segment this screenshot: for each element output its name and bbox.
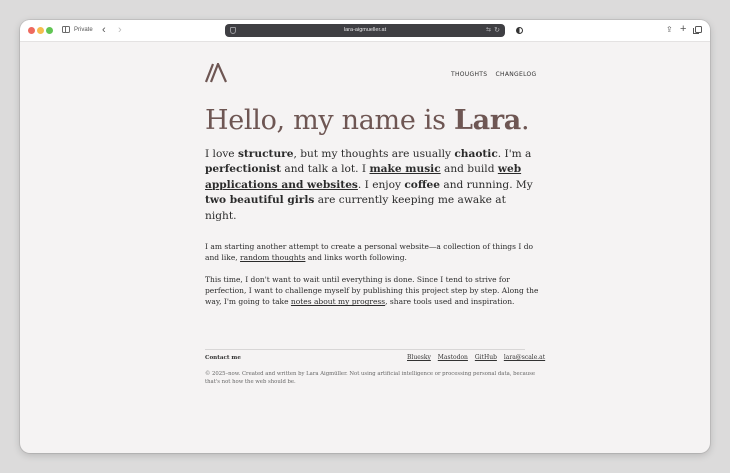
progress-paragraph: This time, I don't want to wait until ev… (205, 274, 540, 308)
close-window-button[interactable] (28, 27, 35, 34)
about-paragraph: I am starting another attempt to create … (205, 241, 540, 263)
intro-bold: structure (237, 148, 294, 160)
intro-bold: chaotic (454, 148, 498, 160)
intro-bold: coffee (404, 178, 441, 191)
intro-text: and build (440, 163, 498, 176)
intro-bold: two beautiful girls (205, 194, 315, 207)
page-content: THOUGHTS CHANGELOG Hello, my name is Lar… (20, 43, 710, 453)
share-icon[interactable]: ⇪ (666, 24, 673, 36)
new-tab-icon[interactable]: + (680, 22, 686, 36)
make-music-link[interactable]: make music (369, 163, 440, 175)
nav-thoughts-link[interactable]: THOUGHTS (451, 71, 487, 78)
private-label: Private (74, 27, 93, 33)
browser-window: Private ‹ › lara-aigmueller.at ⇆ ↻ ⇪ + T… (20, 20, 710, 453)
intro-text: . I'm a (497, 148, 532, 160)
contact-heading: Contact me (205, 355, 241, 361)
tab-overview-icon[interactable] (693, 26, 702, 34)
period-text: . (520, 105, 530, 136)
intro-text: and running. My (440, 178, 533, 191)
greeting-text: Hello, my name is (205, 105, 454, 136)
bluesky-link[interactable]: Bluesky (407, 354, 431, 361)
translate-icon[interactable]: ⇆ (486, 26, 491, 35)
sidebar-toggle-icon[interactable] (62, 26, 70, 33)
intro-text: . I enjoy (357, 178, 405, 191)
browser-toolbar: Private ‹ › lara-aigmueller.at ⇆ ↻ ⇪ + (20, 20, 710, 42)
page-title: Hello, my name is Lara. (205, 105, 545, 137)
random-thoughts-link[interactable]: random thoughts (240, 253, 305, 262)
copyright-text: © 2025–now. Created and written by Lara … (205, 371, 536, 386)
nav-changelog-link[interactable]: CHANGELOG (496, 71, 537, 78)
address-bar[interactable]: lara-aigmueller.at ⇆ ↻ (225, 24, 505, 37)
paragraph-text: and links worth following. (305, 253, 407, 263)
intro-paragraph: I love structure, but my thoughts are us… (205, 147, 535, 224)
mastodon-link[interactable]: Mastodon (438, 354, 468, 361)
footer-divider (205, 349, 525, 350)
back-arrow-icon[interactable]: ‹ (102, 22, 106, 38)
zoom-window-button[interactable] (46, 27, 53, 34)
reload-icon[interactable]: ↻ (494, 25, 500, 36)
intro-text: and talk a lot. I (281, 163, 370, 176)
paragraph-text: , share tools used and inspiration. (385, 297, 515, 307)
intro-bold: perfectionist (205, 163, 282, 176)
contrast-icon[interactable] (516, 27, 523, 34)
intro-text: , but my thoughts are usually (293, 148, 455, 160)
top-navigation: THOUGHTS CHANGELOG (445, 71, 536, 78)
forward-arrow-icon[interactable]: › (118, 22, 122, 38)
minimize-window-button[interactable] (37, 27, 44, 34)
url-text: lara-aigmueller.at (343, 27, 387, 33)
social-links: Bluesky Mastodon GitHub lara@scale.at (402, 354, 545, 361)
progress-notes-link[interactable]: notes about my progress (291, 297, 385, 306)
github-link[interactable]: GitHub (475, 354, 497, 361)
name-text: Lara (453, 105, 521, 136)
site-logo-icon[interactable] (205, 63, 229, 83)
intro-text: I love (205, 148, 238, 160)
email-link[interactable]: lara@scale.at (504, 354, 545, 361)
